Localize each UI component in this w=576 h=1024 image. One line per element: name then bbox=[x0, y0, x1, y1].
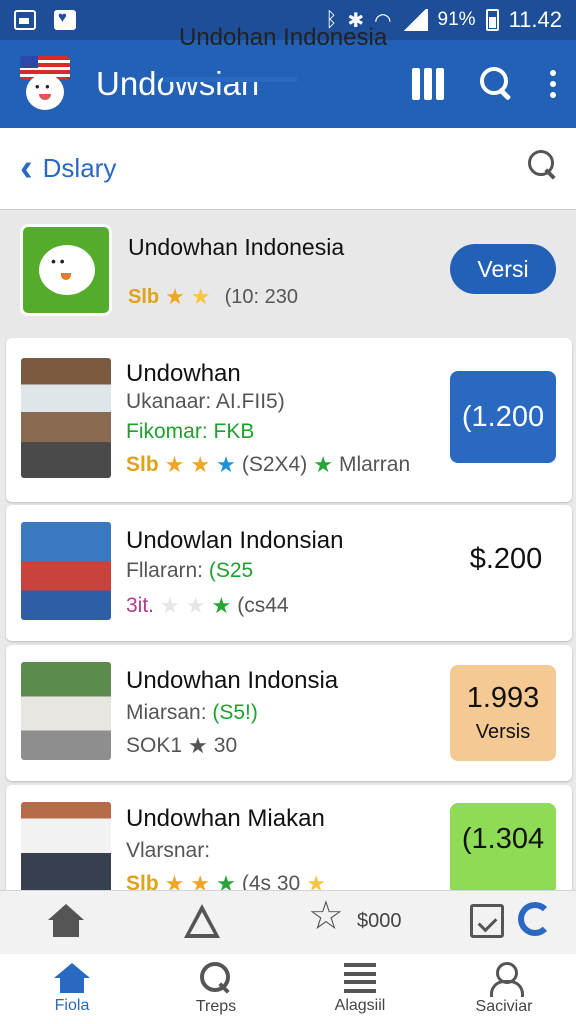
battery-percent: 91% bbox=[437, 9, 476, 30]
nav-item-profile[interactable]: Saciviar bbox=[432, 954, 576, 1024]
review-count: (10: 230 bbox=[224, 285, 298, 308]
price-button[interactable]: (1.304 bbox=[450, 803, 556, 895]
item-title: Undowhan bbox=[126, 360, 241, 387]
item-photo bbox=[21, 522, 111, 620]
heart-notification-icon bbox=[54, 9, 76, 30]
rating-text: SOK1 bbox=[126, 734, 183, 757]
search-icon[interactable] bbox=[480, 67, 514, 101]
home-icon bbox=[54, 963, 90, 993]
item-photo bbox=[21, 358, 111, 478]
more-options-icon[interactable] bbox=[550, 70, 556, 98]
nav-label: Alagsiil bbox=[334, 997, 386, 1014]
item-line1-value: (S25 bbox=[208, 559, 254, 582]
list-icon bbox=[344, 963, 376, 993]
review-count: 30 bbox=[213, 734, 238, 757]
item-line1: Ukanaar: AI.FII5) bbox=[126, 390, 285, 413]
clock: 11.42 bbox=[508, 7, 562, 32]
item-line1-label: Miarsan: bbox=[126, 701, 207, 724]
item-rating: Slb ★ ★ ★ (S2X4) ★ Mlarran bbox=[126, 452, 410, 478]
price-button[interactable]: 1.993 Versis bbox=[450, 665, 556, 761]
money-label[interactable]: $000 bbox=[357, 910, 402, 933]
home-icon[interactable] bbox=[48, 904, 84, 938]
list-item[interactable]: Undowlan Indonsian Fllararn: (S25 3it. ★… bbox=[6, 505, 572, 641]
review-count: (cs44 bbox=[237, 594, 289, 617]
nav-item-search[interactable]: Treps bbox=[144, 954, 288, 1024]
image-notification-icon bbox=[14, 10, 36, 30]
item-photo bbox=[21, 802, 111, 895]
search-icon bbox=[200, 962, 232, 994]
price-subtext: Versis bbox=[475, 721, 531, 743]
tab-row: ‹ Dslary bbox=[0, 128, 576, 210]
price-text: 1.993 bbox=[466, 682, 540, 714]
list-item[interactable]: Undowhan Miakan Vlarsnar: Slb ★ ★ ★ (4s … bbox=[6, 785, 572, 896]
refresh-icon[interactable] bbox=[518, 902, 552, 936]
price-button[interactable]: (1.200 bbox=[450, 371, 556, 463]
item-rating: 3it. ★ ★ ★ (cs44 bbox=[126, 593, 289, 619]
item-line1: Vlarsnar: bbox=[126, 839, 211, 862]
featured-title: Undowhan Indonesia bbox=[128, 234, 345, 260]
star-icon: ★ bbox=[160, 593, 180, 618]
nav-label: Fiola bbox=[54, 997, 90, 1014]
item-line1: Fllararn: (S25 bbox=[126, 559, 253, 583]
star-icon: ★ bbox=[190, 284, 211, 309]
rating-text: Slb bbox=[128, 285, 160, 308]
featured-item[interactable]: Undowhan Indonesia Slb ★ ★ (10: 230 Vers… bbox=[0, 212, 576, 334]
star-icon[interactable]: ☆ bbox=[308, 896, 344, 936]
item-line1-value: (S5!) bbox=[212, 701, 258, 724]
item-line1: Miarsan: (S5!) bbox=[126, 701, 258, 725]
nav-label: Treps bbox=[195, 998, 237, 1015]
item-line2: Fikomar: FKB bbox=[126, 420, 255, 443]
star-icon: ★ bbox=[313, 452, 333, 477]
rating-text: Slb bbox=[126, 453, 159, 476]
pizza-icon[interactable] bbox=[184, 904, 220, 938]
bottom-nav: Fiola Treps Alagsiil Saciviar bbox=[0, 954, 576, 1024]
library-icon[interactable] bbox=[412, 68, 444, 100]
list-item[interactable]: Undowhan Indonsia Miarsan: (S5!) SOK1 ★ … bbox=[6, 645, 572, 781]
item-extra: Mlarran bbox=[338, 453, 411, 476]
price-text: (1.304 bbox=[461, 823, 545, 855]
star-icon: ★ bbox=[188, 733, 208, 758]
signal-icon bbox=[401, 9, 428, 31]
battery-icon bbox=[485, 9, 499, 31]
tab-back-label[interactable]: Dslary bbox=[43, 153, 117, 184]
tab-undohan-indonesia[interactable]: Undohan Indonesia bbox=[179, 24, 387, 52]
rating-text: 3it. bbox=[126, 594, 155, 617]
inbox-icon[interactable] bbox=[470, 904, 504, 938]
app-logo-icon bbox=[20, 56, 70, 112]
item-line1-label: Fllararn: bbox=[126, 559, 204, 582]
item-photo bbox=[21, 662, 111, 760]
nav-item-home[interactable]: Fiola bbox=[0, 954, 144, 1024]
list-item[interactable]: Undowhan Ukanaar: AI.FII5) Fikomar: FKB … bbox=[6, 338, 572, 502]
star-icon: ★ bbox=[190, 452, 211, 477]
star-icon: ★ bbox=[211, 593, 232, 618]
item-title: Undowhan Indonsia bbox=[126, 667, 339, 694]
star-icon: ★ bbox=[216, 452, 236, 477]
star-icon: ★ bbox=[165, 284, 185, 309]
star-icon: ★ bbox=[164, 452, 185, 477]
price-label[interactable]: $.200 bbox=[456, 537, 556, 581]
nav-label: Saciviar bbox=[475, 998, 533, 1015]
star-icon: ★ bbox=[185, 593, 206, 618]
user-icon bbox=[489, 962, 524, 997]
nav-item-list[interactable]: Alagsiil bbox=[288, 954, 432, 1024]
price-text: (1.200 bbox=[461, 400, 545, 433]
search-icon bbox=[528, 150, 558, 180]
price-text: $.200 bbox=[469, 542, 543, 575]
item-title: Undowlan Indonsian bbox=[126, 527, 344, 554]
featured-rating: Slb ★ ★ (10: 230 bbox=[128, 284, 298, 310]
back-arrow-icon[interactable]: ‹ bbox=[20, 147, 33, 190]
chat-app-icon bbox=[20, 224, 112, 316]
tab-search-button[interactable] bbox=[528, 150, 558, 180]
review-count: (S2X4) bbox=[241, 453, 308, 476]
item-title: Undowhan Miakan bbox=[126, 805, 325, 832]
versi-button[interactable]: Versi bbox=[450, 244, 556, 294]
item-rating: SOK1 ★ 30 bbox=[126, 733, 237, 759]
